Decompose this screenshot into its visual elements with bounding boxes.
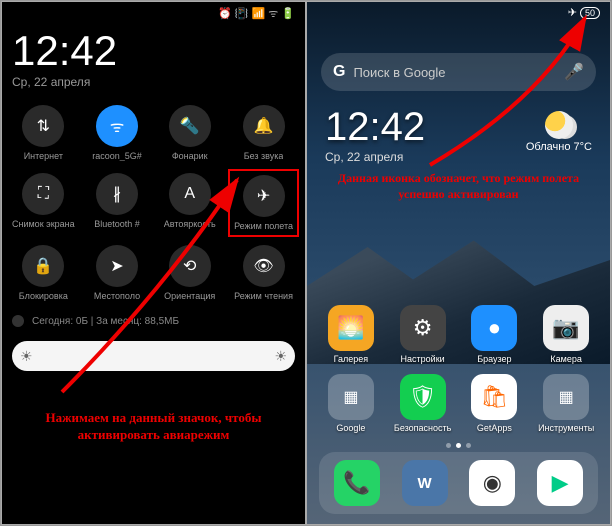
tile-location[interactable]: ➤Местополо <box>83 241 152 305</box>
folder-icon: ▦ <box>543 374 589 420</box>
app-settings[interactable]: ⚙Настройки <box>391 305 455 364</box>
tile-internet[interactable]: ⇅Интернет <box>8 101 79 165</box>
app-security[interactable]: 🛡Безопасность <box>391 374 455 433</box>
gear-icon: ⚙ <box>400 305 446 351</box>
phone-left-quicksettings: ⏰ 📳 📶 ᯤ 🔋 12:42 Ср, 22 апреля ⇅Интернет … <box>1 1 306 525</box>
tile-airplane[interactable]: ✈Режим полета <box>228 169 299 237</box>
auto-a-icon: A <box>169 173 211 215</box>
tile-wifi[interactable]: ᯤracoon_5G# <box>83 101 152 165</box>
chrome-icon: ◉ <box>469 460 515 506</box>
brightness-high-icon: ☀ <box>274 348 287 365</box>
gallery-icon: 🌅 <box>328 305 374 351</box>
brightness-slider[interactable]: ☀ ☀ <box>12 341 295 371</box>
page-indicator[interactable] <box>319 443 598 448</box>
shield-icon: 🛡 <box>400 374 446 420</box>
search-bar[interactable]: G 🎤 <box>321 53 596 91</box>
annotation-left: Нажимаем на данный значок, чтобы активир… <box>2 400 305 454</box>
app-browser[interactable]: ●Браузер <box>463 305 527 364</box>
phone-right-homescreen: ✈ 50 G 🎤 12:42 Ср, 22 апреля Облачно 7°C… <box>306 1 611 525</box>
dock: 📞 W ◉ ▶ <box>319 452 598 514</box>
play-icon: ▶ <box>537 460 583 506</box>
clock-date: Ср, 22 апреля <box>2 75 305 97</box>
eye-icon: 👁 <box>243 245 285 287</box>
wifi-icon: ᯤ <box>96 105 138 147</box>
dock-chrome[interactable]: ◉ <box>463 460 523 506</box>
tile-screenshot[interactable]: ⛶Снимок экрана <box>8 169 79 237</box>
tile-reading[interactable]: 👁Режим чтения <box>228 241 299 305</box>
search-input[interactable] <box>353 65 556 80</box>
app-google-folder[interactable]: ▦Google <box>319 374 383 433</box>
screenshot-icon: ⛶ <box>22 173 64 215</box>
tile-orientation[interactable]: ⟲Ориентация <box>155 241 224 305</box>
brightness-low-icon: ☀ <box>20 348 33 365</box>
google-g-icon: G <box>333 63 345 81</box>
rotate-icon: ⟲ <box>169 245 211 287</box>
tile-flashlight[interactable]: 🔦Фонарик <box>155 101 224 165</box>
dock-vk[interactable]: W <box>395 460 455 506</box>
app-tools-folder[interactable]: ▦Инструменты <box>534 374 598 433</box>
lock-icon: 🔒 <box>22 245 64 287</box>
tile-mute[interactable]: 🔔Без звука <box>228 101 299 165</box>
globe-icon: ● <box>471 305 517 351</box>
data-usage-row[interactable]: Сегодня: 0Б | За месяц: 88,5МБ <box>2 309 305 333</box>
annotation-right: Данная иконка обозначет, что режим полет… <box>307 167 610 206</box>
flashlight-icon: 🔦 <box>169 105 211 147</box>
launcher: 🌅Галерея ⚙Настройки ●Браузер 📷Камера ▦Go… <box>307 297 610 524</box>
tile-autobright[interactable]: AАвтояркость <box>155 169 224 237</box>
app-gallery[interactable]: 🌅Галерея <box>319 305 383 364</box>
home-date: Ср, 22 апреля <box>325 150 425 164</box>
status-icons: ⏰ 📳 📶 ᯤ 🔋 <box>218 6 295 21</box>
weather-widget[interactable]: Облачно 7°C <box>526 105 592 153</box>
weather-icon <box>545 111 573 139</box>
tile-lock[interactable]: 🔒Блокировка <box>8 241 79 305</box>
clock-time: 12:42 <box>2 25 305 75</box>
home-clock: 12:42 Ср, 22 апреля Облачно 7°C <box>307 99 610 170</box>
statusbar-right: ✈ 50 <box>307 2 610 23</box>
nav-icon: ➤ <box>96 245 138 287</box>
bluetooth-icon: ∦ <box>96 173 138 215</box>
bag-icon: 🛍 <box>471 374 517 420</box>
dock-phone[interactable]: 📞 <box>327 460 387 506</box>
arrows-icon: ⇅ <box>22 105 64 147</box>
quick-settings-grid: ⇅Интернет ᯤracoon_5G# 🔦Фонарик 🔔Без звук… <box>2 97 305 309</box>
phone-icon: 📞 <box>334 460 380 506</box>
folder-icon: ▦ <box>328 374 374 420</box>
vk-icon: W <box>402 460 448 506</box>
app-row-2: ▦Google 🛡Безопасность 🛍GetApps ▦Инструме… <box>319 374 598 433</box>
dock-play[interactable]: ▶ <box>530 460 590 506</box>
bell-icon: 🔔 <box>243 105 285 147</box>
statusbar-left: ⏰ 📳 📶 ᯤ 🔋 <box>2 2 305 25</box>
app-camera[interactable]: 📷Камера <box>534 305 598 364</box>
status-icons-right: ✈ 50 <box>568 6 600 19</box>
tile-bluetooth[interactable]: ∦Bluetooth # <box>83 169 152 237</box>
app-getapps[interactable]: 🛍GetApps <box>463 374 527 433</box>
camera-icon: 📷 <box>543 305 589 351</box>
mic-icon[interactable]: 🎤 <box>564 62 584 82</box>
home-time: 12:42 <box>325 105 425 150</box>
app-row-1: 🌅Галерея ⚙Настройки ●Браузер 📷Камера <box>319 305 598 364</box>
airplane-icon: ✈ <box>243 175 285 217</box>
